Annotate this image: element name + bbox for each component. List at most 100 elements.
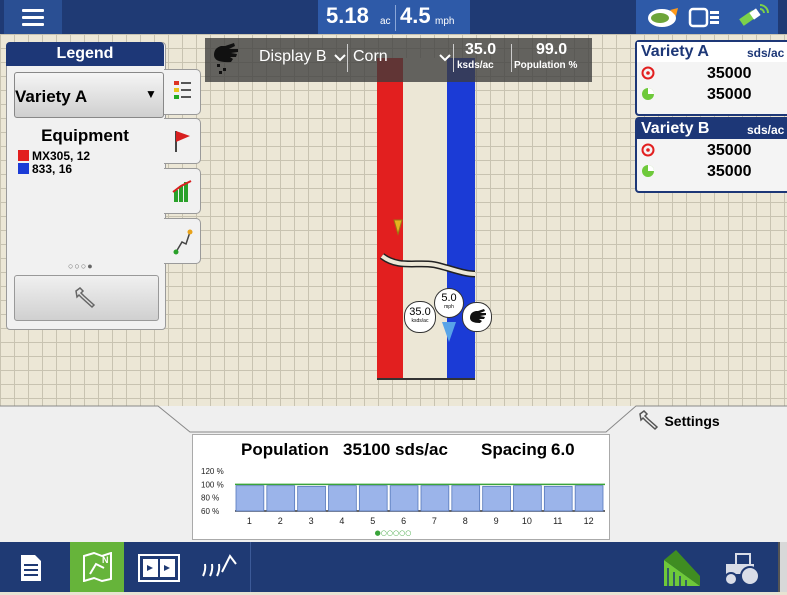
row-bar <box>574 485 604 512</box>
legend-title: Legend <box>6 42 164 66</box>
settings-label: Settings <box>664 413 720 429</box>
row-label: 3 <box>309 516 314 526</box>
rate-bubble-unit: ksds/ac <box>411 318 429 324</box>
population-readout: 35100 sds/ac <box>343 440 448 459</box>
equipment-label: MX305, 12 <box>32 149 91 163</box>
area-value: 5.18 <box>326 3 369 28</box>
speed-bubble-value: 5.0 <box>441 292 457 304</box>
row-label: 12 <box>584 516 594 526</box>
rate-value: 35.0 <box>465 41 497 58</box>
legend-settings-button[interactable] <box>14 275 159 321</box>
taskbar-divider <box>250 542 251 592</box>
population-label: Population <box>241 440 329 459</box>
side-handle[interactable] <box>778 542 787 592</box>
status-icons-group[interactable] <box>636 0 778 34</box>
menu-button[interactable] <box>4 0 62 34</box>
row-bar <box>513 485 542 512</box>
target-icon <box>641 143 655 157</box>
target-icon <box>641 66 655 80</box>
svg-text:N: N <box>102 555 109 565</box>
variety-dropdown[interactable]: Variety A ▼ <box>14 72 164 118</box>
equipment-color-swatch <box>18 163 29 174</box>
variety-actual-value: 35000 <box>707 86 752 103</box>
speed-value: 4.5 <box>400 3 431 28</box>
legend-list-icon <box>174 81 191 99</box>
field-status-icon[interactable] <box>646 6 684 30</box>
actual-rate-icon <box>642 165 654 177</box>
seed-icon <box>202 554 237 577</box>
area-speed-readout[interactable]: 5.18 ac 4.5 mph <box>318 0 470 34</box>
area-unit: ac <box>380 16 391 27</box>
wrench-icon <box>639 410 659 431</box>
row-bar <box>389 485 419 512</box>
guidance-icon <box>173 229 193 255</box>
dropdown-arrow-icon: ▼ <box>145 87 157 101</box>
row-label: 11 <box>553 516 562 526</box>
population-value: 99.0 <box>536 41 568 58</box>
rate-bubble-value: 35.0 <box>409 306 431 318</box>
spacing-label: Spacing <box>481 440 548 459</box>
display-divider <box>453 44 454 72</box>
variety-actual-value: 35000 <box>707 163 752 180</box>
y-tick-label: 60 % <box>201 507 219 516</box>
variety-card-unit: sds/ac <box>747 123 785 137</box>
field-coverage-icon <box>664 550 700 586</box>
split-screen-icon <box>138 554 180 582</box>
map-run-icon: N <box>83 552 112 582</box>
variety-target-row: 35000 <box>637 62 787 84</box>
equipment-label: 833, 16 <box>32 162 73 176</box>
y-tick-label: 80 % <box>201 494 219 503</box>
field-coverage-button[interactable] <box>660 546 704 590</box>
display-label[interactable]: Display B <box>259 48 327 66</box>
rate-bubble: 35.0 ksds/ac <box>404 301 436 333</box>
population-panel[interactable]: Population 35100 sds/ac Spacing 6.0 120 … <box>192 434 610 540</box>
display-divider <box>347 44 348 72</box>
variety-card[interactable]: Variety A sds/ac 35000 35000 <box>635 40 787 116</box>
variety-card-header: Variety A sds/ac <box>637 42 787 62</box>
variety-card[interactable]: Variety B sds/ac 35000 35000 <box>635 117 787 193</box>
tab-legend-list[interactable] <box>164 69 201 115</box>
tab-guidance[interactable] <box>164 218 201 264</box>
hand-icon <box>214 43 238 74</box>
hand-bubble[interactable] <box>462 302 492 332</box>
row-label: 9 <box>494 516 499 526</box>
gps-satellite-icon[interactable] <box>736 2 772 32</box>
variety-card-name: Variety A <box>641 43 709 60</box>
map-run-button[interactable]: N <box>70 542 124 592</box>
speed-bubble-unit: mph <box>444 304 454 310</box>
variety-card-unit: sds/ac <box>747 46 785 60</box>
equipment-color-swatch <box>18 150 29 161</box>
row-label: 5 <box>370 516 375 526</box>
row-label: 8 <box>463 516 468 526</box>
tab-flags[interactable] <box>164 118 201 164</box>
chevron-down-icon[interactable] <box>439 52 451 62</box>
chart-page-dots[interactable]: ●○○○○○ <box>375 529 412 537</box>
display-divider <box>511 44 512 72</box>
chevron-down-icon[interactable] <box>334 52 346 62</box>
display-status-icon[interactable] <box>688 6 722 30</box>
split-screen-button[interactable] <box>132 542 186 592</box>
home-button[interactable] <box>4 542 58 592</box>
row-bar <box>235 485 265 512</box>
variety-target-value: 35000 <box>707 65 752 82</box>
y-tick-label: 100 % <box>201 480 224 489</box>
variety-target-row: 35000 <box>637 139 787 161</box>
seed-button[interactable] <box>190 542 244 592</box>
row-label: 10 <box>522 516 532 526</box>
variety-dropdown-value: Variety A <box>15 87 88 106</box>
settings-button[interactable]: Settings <box>638 410 720 432</box>
row-bar <box>266 485 296 512</box>
variety-card-header: Variety B sds/ac <box>637 119 787 139</box>
equipment-item: MX305, 12 <box>18 149 90 163</box>
display-bar[interactable]: Display B Corn 35.0 ksds/ac 99.0 Populat… <box>205 38 592 82</box>
readout-divider <box>395 5 396 31</box>
row-label: 4 <box>339 516 344 526</box>
legend-page-dots[interactable]: ○○○● <box>68 261 94 271</box>
row-bar <box>358 485 388 512</box>
tractor-icon <box>724 553 760 586</box>
product-label[interactable]: Corn <box>353 48 388 66</box>
row-population-chart: 120 %100 %80 %60 %1 2 3 4 5 6 7 8 9 10 11 12●○○○○○ <box>201 467 605 537</box>
tractor-button[interactable] <box>720 548 766 588</box>
variety-actual-row: 35000 <box>637 84 787 106</box>
tab-chart[interactable] <box>164 168 201 214</box>
